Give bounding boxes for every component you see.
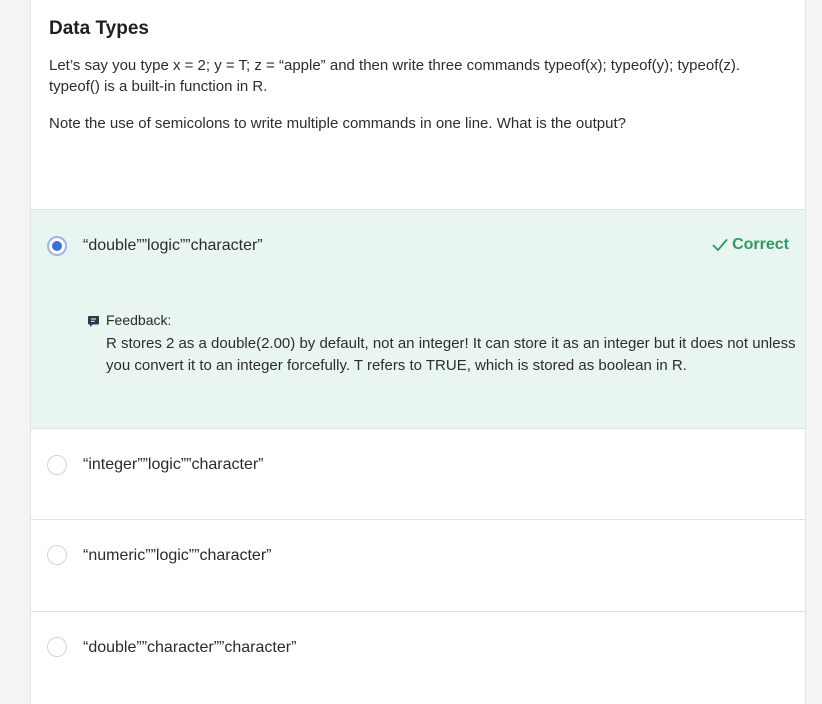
option-label: “double””logic””character” [83,237,263,254]
option-label: “double””character””character” [83,639,297,656]
answer-option-1[interactable]: “double””logic””character” Correct Feedb… [31,210,805,429]
correct-label: Correct [732,236,789,253]
answer-option-4[interactable]: “double””character””character” [31,612,805,704]
check-icon [712,239,728,251]
answer-option-2[interactable]: “integer””logic””character” [31,429,805,520]
question-note: Note the use of semicolons to write mult… [49,115,626,132]
answer-option-3[interactable]: “numeric””logic””character” [31,520,805,612]
feedback-title: Feedback: [106,312,172,328]
option-label: “numeric””logic””character” [83,547,272,564]
radio-button[interactable] [47,545,67,565]
option-label: “integer””logic””character” [83,456,264,473]
question-block: Data Types Let’s say you type x = 2; y =… [31,0,805,210]
quiz-card: Data Types Let’s say you type x = 2; y =… [30,0,806,704]
correct-indicator: Correct [712,236,789,254]
comment-icon [88,316,99,327]
question-text: Let’s say you type x = 2; y = T; z = “ap… [49,57,741,95]
feedback-text: R stores 2 as a double(2.00) by default,… [106,335,796,374]
question-title: Data Types [49,18,149,39]
radio-button-selected[interactable] [47,236,67,256]
radio-button[interactable] [47,637,67,657]
radio-button[interactable] [47,455,67,475]
